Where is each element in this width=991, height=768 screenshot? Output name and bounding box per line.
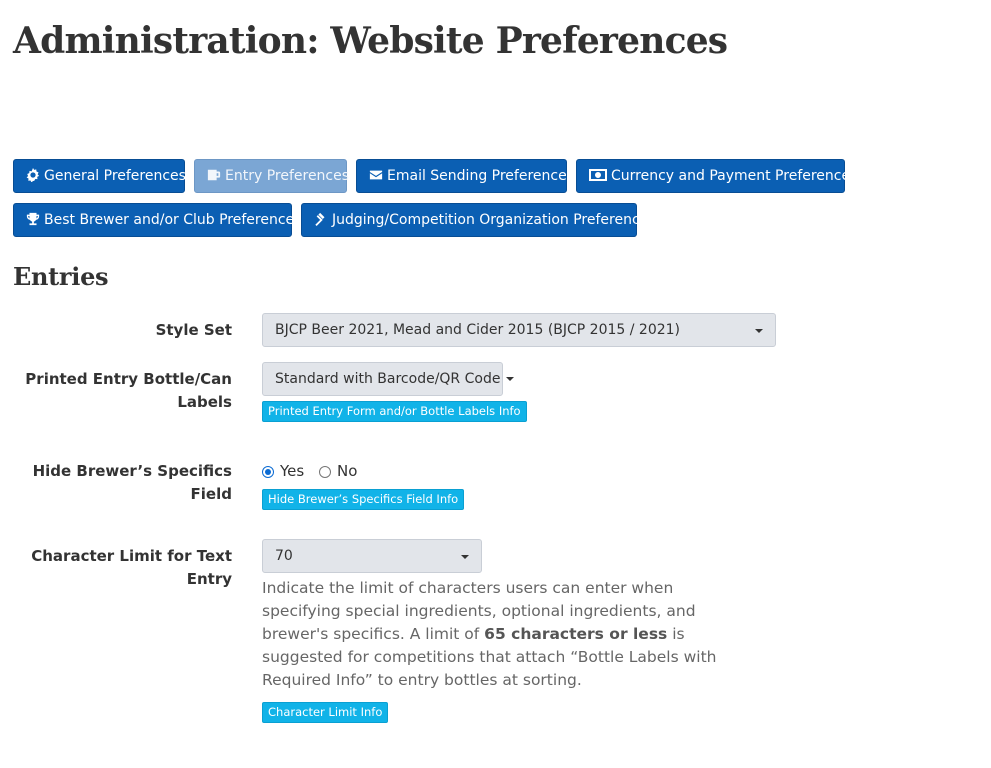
general-preferences-button[interactable]: General Preferences (13, 159, 186, 193)
printed-labels-label-line2: Labels (177, 393, 232, 411)
money-bill-icon (589, 169, 607, 181)
email-sending-preferences-button[interactable]: Email Sending Preferences (356, 159, 574, 193)
gavel-icon (315, 212, 325, 226)
hide-specifics-yes-radio[interactable] (262, 466, 274, 478)
style-set-label: Style Set (155, 321, 232, 339)
entry-preferences-label: Entry Preferences (225, 168, 350, 184)
hide-specifics-yes-label: Yes (280, 462, 305, 480)
printed-labels-label-line1: Printed Entry Bottle/Can (25, 370, 232, 388)
trophy-icon (26, 212, 40, 226)
page-title: Administration: Website Preferences (13, 20, 728, 62)
hide-specifics-no-label: No (337, 462, 358, 480)
general-preferences-label: General Preferences (44, 168, 186, 184)
currency-payment-preferences-button[interactable]: Currency and Payment Preferences (576, 159, 857, 193)
char-limit-help-bold: 65 characters or less (484, 625, 668, 643)
style-set-select[interactable]: BJCP Beer 2021, Mead and Cider 2015 (BJC… (262, 313, 776, 347)
char-limit-value: 70 (275, 548, 293, 564)
judging-organization-preferences-button[interactable]: Judging/Competition Organization Prefere… (301, 203, 656, 237)
hide-specifics-no-radio[interactable] (319, 466, 331, 478)
entry-preferences-button[interactable]: Entry Preferences (194, 159, 350, 193)
printed-labels-dropdown[interactable]: Standard with Barcode/QR Code (262, 362, 515, 396)
beer-mug-icon (207, 169, 221, 181)
judging-organization-preferences-label: Judging/Competition Organization Prefere… (332, 212, 656, 228)
printed-labels-value: Standard with Barcode/QR Code (275, 371, 501, 387)
chevron-down-icon (461, 555, 469, 559)
section-title: Entries (13, 262, 109, 291)
currency-payment-preferences-label: Currency and Payment Preferences (611, 168, 858, 184)
hide-specifics-radio-group: Yes No (262, 460, 357, 483)
email-sending-preferences-label: Email Sending Preferences (387, 168, 574, 184)
chevron-down-icon (755, 329, 763, 333)
char-limit-label: Character Limit for Text Entry (31, 547, 232, 588)
gear-icon (26, 168, 40, 183)
envelope-icon (369, 170, 383, 180)
printed-labels-info-button[interactable]: Printed Entry Form and/or Bottle Labels … (262, 401, 527, 422)
best-brewer-club-preferences-button[interactable]: Best Brewer and/or Club Preferences (13, 203, 301, 237)
hide-specifics-label: Hide Brewer’s Specifics Field (32, 462, 232, 503)
style-set-value: BJCP Beer 2021, Mead and Cider 2015 (BJC… (275, 322, 681, 338)
char-limit-select[interactable]: 70 (262, 539, 482, 573)
hide-specifics-info-button[interactable]: Hide Brewer’s Specifics Field Info (262, 489, 465, 510)
chevron-down-icon (506, 377, 515, 381)
char-limit-help-text: Indicate the limit of characters users c… (262, 577, 742, 692)
char-limit-info-button[interactable]: Character Limit Info (262, 702, 389, 723)
best-brewer-club-preferences-label: Best Brewer and/or Club Preferences (44, 212, 302, 228)
printed-labels-label: Printed Entry Bottle/Can Labels (25, 368, 232, 414)
